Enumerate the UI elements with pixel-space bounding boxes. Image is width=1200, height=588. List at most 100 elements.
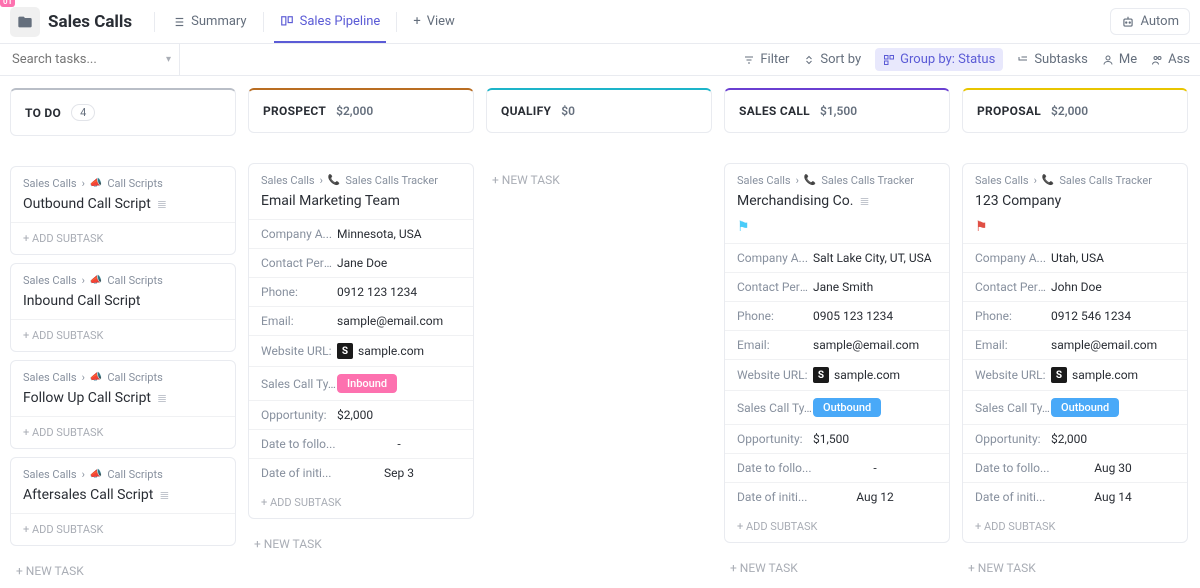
top-bar: 01 Sales Calls Summary Sales Pipeline + … [0,0,1200,44]
column-todo: TO DO 4 Sales Calls› 📣 Call Scripts Outb… [10,88,236,588]
field-label: Date of initi... [737,490,813,504]
add-subtask-button[interactable]: + ADD SUBTASK [11,416,235,448]
column-amount: $2,000 [336,104,373,118]
list-icon [171,15,185,29]
field-label: Email: [261,314,337,328]
assignee-button[interactable]: Ass [1151,52,1190,67]
page-title: Sales Calls [48,12,132,32]
field-value: Outbound [1051,398,1175,417]
column-count: 4 [71,104,95,121]
search-box: ▾ [10,44,180,75]
sort-button[interactable]: Sort by [803,52,861,67]
new-task-button[interactable]: + NEW TASK [962,551,1188,585]
group-label: Group by: Status [900,52,995,67]
site-logo-icon: S [337,343,353,359]
column-amount: $1,500 [820,104,857,118]
tab-sales-pipeline[interactable]: Sales Pipeline [266,0,395,43]
column-header-salescall[interactable]: SALES CALL $1,500 [724,88,950,133]
field-value: Sep 3 [337,466,461,480]
column-header-todo[interactable]: TO DO 4 [10,88,236,136]
chevron-down-icon[interactable]: ▾ [166,54,171,65]
site-logo-icon: S [813,367,829,383]
me-label: Me [1119,52,1137,67]
add-subtask-button[interactable]: + ADD SUBTASK [963,511,1187,542]
site-logo-icon: S [1051,367,1067,383]
flag-icon[interactable]: ⚑ [963,219,1187,243]
filter-bar: ▾ Filter Sort by Group by: Status Subtas… [0,44,1200,76]
add-subtask-button[interactable]: + ADD SUBTASK [11,513,235,545]
breadcrumb: Sales Calls›📞Sales Calls Tracker [963,164,1187,193]
tab-label: Sales Pipeline [300,14,381,29]
new-task-button[interactable]: + NEW TASK [724,551,950,585]
task-card[interactable]: Sales Calls›📞Sales Calls Tracker Email M… [248,163,474,519]
automation-button[interactable]: Autom [1110,8,1190,35]
field-value: Inbound [337,374,461,393]
separator [396,12,397,32]
column-qualify: QUALIFY $0 + NEW TASK [486,88,712,588]
notification-badge: 01 [0,0,15,7]
task-card[interactable]: Sales Calls›📣Call Scripts Follow Up Call… [10,360,236,449]
field-value: Aug 30 [1051,461,1175,475]
group-button[interactable]: Group by: Status [875,48,1003,71]
tab-label: Summary [191,14,246,29]
tab-summary[interactable]: Summary [157,0,260,43]
filter-label: Filter [760,52,789,67]
custom-fields: Company A...Utah, USA Contact Pers...Joh… [963,243,1187,511]
card-title: Merchandising Co.≣ [725,193,949,219]
column-header-prospect[interactable]: PROSPECT $2,000 [248,88,474,133]
field-label: Date to follo... [975,461,1051,475]
filter-button[interactable]: Filter [743,52,789,67]
custom-fields: Company A...Salt Lake City, UT, USA Cont… [725,243,949,511]
description-icon: ≣ [157,391,167,405]
task-card[interactable]: Sales Calls›📞Sales Calls Tracker Merchan… [724,163,950,543]
plus-icon: + [413,14,420,29]
field-label: Company A... [737,251,813,265]
field-value: - [813,461,937,475]
sort-icon [803,54,815,66]
field-label: Phone: [737,309,813,323]
column-title: TO DO [25,106,61,120]
new-task-button[interactable]: + NEW TASK [10,554,236,588]
folder-button[interactable] [10,7,40,37]
subtasks-button[interactable]: Subtasks [1017,52,1088,67]
field-value: 0905 123 1234 [813,309,937,323]
field-value: $2,000 [1051,432,1175,446]
me-button[interactable]: Me [1102,52,1137,67]
field-label: Date of initi... [975,490,1051,504]
description-icon: ≣ [157,197,167,211]
kanban-board: TO DO 4 Sales Calls› 📣 Call Scripts Outb… [0,76,1200,588]
field-label: Company A... [261,227,337,241]
field-value: 0912 123 1234 [337,285,461,299]
card-title: Outbound Call Script≣ [11,196,235,222]
megaphone-icon: 📣 [90,178,102,189]
new-task-button[interactable]: + NEW TASK [486,163,712,197]
field-label: Phone: [261,285,337,299]
task-card[interactable]: Sales Calls› 📣 Call Scripts Outbound Cal… [10,166,236,255]
megaphone-icon: 📣 [90,372,102,383]
column-header-proposal[interactable]: PROPOSAL $2,000 [962,88,1188,133]
field-value: John Doe [1051,280,1175,294]
sort-label: Sort by [820,52,861,67]
add-subtask-button[interactable]: + ADD SUBTASK [725,511,949,542]
task-card[interactable]: Sales Calls›📣Call Scripts Aftersales Cal… [10,457,236,546]
bc-root: Sales Calls [23,177,77,190]
task-card[interactable]: Sales Calls›📣Call Scripts Inbound Call S… [10,263,236,352]
field-value: Aug 12 [813,490,937,504]
add-subtask-button[interactable]: + ADD SUBTASK [249,487,473,518]
search-input[interactable] [10,48,150,71]
add-subtask-button[interactable]: + ADD SUBTASK [11,319,235,351]
task-card[interactable]: Sales Calls›📞Sales Calls Tracker 123 Com… [962,163,1188,543]
field-label: Website URL: [737,368,813,382]
add-subtask-button[interactable]: + ADD SUBTASK [11,222,235,254]
assignee-label: Ass [1168,52,1190,67]
tab-label: View [427,14,455,29]
tab-add-view[interactable]: + View [399,0,469,43]
column-header-qualify[interactable]: QUALIFY $0 [486,88,712,133]
field-label: Date of initi... [261,466,337,480]
flag-icon[interactable]: ⚑ [725,219,949,243]
subtasks-label: Subtasks [1034,52,1088,67]
new-task-button[interactable]: + NEW TASK [248,527,474,561]
field-value: Jane Doe [337,256,461,270]
field-value: Utah, USA [1051,251,1175,265]
field-value: - [337,437,461,451]
